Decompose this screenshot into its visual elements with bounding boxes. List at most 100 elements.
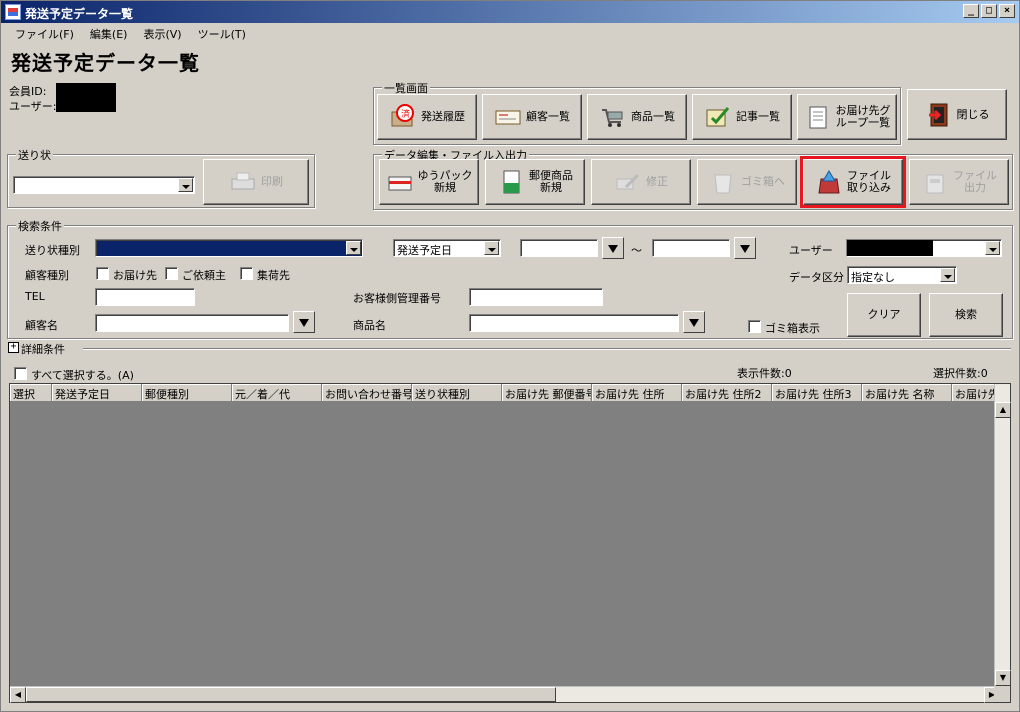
column-header[interactable]: お届け先 名称 [862,384,952,402]
cart-icon [599,104,627,130]
pickup-checkbox[interactable] [240,267,253,280]
redacted-user-value [847,240,933,256]
postal-label-2: 新規 [540,181,562,194]
scroll-left-icon[interactable]: ◀ [10,687,26,703]
page-title: 発送予定データ一覧 [11,51,200,75]
mgmt-number-input[interactable] [469,288,603,306]
date-type-select[interactable]: 発送予定日 [393,239,501,257]
file-export-label-2: 出力 [964,181,986,194]
customer-name-input[interactable] [95,314,289,332]
app-icon [5,4,21,20]
date-from-picker-button[interactable] [602,237,624,259]
menu-view[interactable]: 表示(V) [135,23,189,43]
close-button[interactable]: 閉じる [907,89,1007,140]
column-header[interactable]: 送り状種別 [412,384,502,402]
destination-group-label-2: ループ一覧 [835,116,891,129]
product-list-button[interactable]: 商品一覧 [587,94,687,140]
postal-product-new-button[interactable]: 郵便商品 新規 [485,159,585,205]
data-class-select[interactable]: 指定なし [847,266,957,284]
search-button[interactable]: 検索 [929,293,1003,337]
customer-type-label: 顧客種別 [25,269,69,282]
column-header[interactable]: 発送予定日 [52,384,142,402]
edit-pen-icon [614,169,642,195]
column-header[interactable]: お届け先 [952,384,1000,402]
mgmt-number-label: お客様側管理番号 [353,292,441,305]
product-name-picker-button[interactable] [683,311,705,333]
invoice-select[interactable] [13,176,195,194]
chevron-down-icon[interactable] [178,178,193,192]
print-button[interactable]: 印刷 [203,159,309,205]
destination-group-list-button[interactable]: お届け先グ ループ一覧 [797,94,897,140]
column-header[interactable]: お届け先 住所2 [682,384,772,402]
trash-show-label: ゴミ箱表示 [765,322,820,335]
scrollbar-corner [994,686,1010,702]
customer-list-button[interactable]: 顧客一覧 [482,94,582,140]
menu-tools[interactable]: ツール(T) [190,23,254,43]
date-to-picker-button[interactable] [734,237,756,259]
title-bar[interactable]: 発送予定データ一覧 _ □ × [1,1,1019,23]
move-to-trash-button[interactable]: ゴミ箱へ [697,159,797,205]
requester-checkbox-label: ご依頼主 [182,269,226,282]
expand-plus-icon[interactable]: + [8,342,19,353]
article-list-button[interactable]: 記事一覧 [692,94,792,140]
invoice-type-label: 送り状種別 [25,244,80,257]
horizontal-scroll-thumb[interactable] [26,687,556,702]
window-title: 発送予定データ一覧 [25,7,134,21]
chevron-down-icon[interactable] [985,241,1000,255]
column-header[interactable]: お届け先 住所3 [772,384,862,402]
customer-name-picker-button[interactable] [293,311,315,333]
details-separator [83,348,1011,350]
date-from-input[interactable] [520,239,598,257]
trash-icon [709,169,737,195]
clear-button[interactable]: クリア [847,293,921,337]
edit-button[interactable]: 修正 [591,159,691,205]
shipping-history-icon: 済 [389,104,417,130]
tel-input[interactable] [95,288,195,306]
column-header[interactable]: 郵便種別 [142,384,232,402]
file-import-icon [815,169,843,195]
redacted-member-info [56,83,116,112]
minimize-button[interactable]: _ [963,4,979,18]
close-window-button[interactable]: × [999,4,1015,18]
destination-checkbox[interactable] [96,267,109,280]
vertical-scrollbar[interactable]: ▲ ▼ [994,384,1011,686]
document-list-icon [804,104,832,130]
display-count: 表示件数:0 [737,367,792,380]
user-label: ユーザー: [9,100,57,113]
chevron-down-icon[interactable] [940,268,955,282]
select-all-label: すべて選択する。(A) [31,369,134,382]
file-import-label-2: 取り込み [847,181,891,194]
yupack-new-button[interactable]: ゆうパック 新規 [379,159,479,205]
column-header[interactable]: 選択 [10,384,52,402]
menu-file[interactable]: ファイル(F) [1,23,82,43]
trash-show-checkbox[interactable] [748,320,761,333]
details-label[interactable]: 詳細条件 [21,341,65,357]
menu-edit[interactable]: 編集(E) [82,23,136,43]
column-header[interactable]: お届け先 住所 [592,384,682,402]
file-export-icon [921,169,949,195]
user-select[interactable] [846,239,1002,257]
date-to-input[interactable] [652,239,730,257]
invoice-type-select[interactable] [95,239,363,257]
search-group-title: 検索条件 [16,218,64,234]
notebook-icon [704,104,732,130]
maximize-button[interactable]: □ [981,4,997,18]
select-all-checkbox[interactable] [14,367,27,380]
scroll-down-icon[interactable]: ▼ [995,670,1011,686]
customer-name-label: 顧客名 [25,319,58,332]
grid-header: 選択 発送予定日 郵便種別 元／着／代 お問い合わせ番号 送り状種別 お届け先 … [10,384,1000,402]
column-header[interactable]: お問い合わせ番号 [322,384,412,402]
chevron-down-icon[interactable] [346,241,361,255]
column-header[interactable]: 元／着／代 [232,384,322,402]
requester-checkbox[interactable] [165,267,178,280]
chevron-down-icon[interactable] [484,241,499,255]
customer-list-icon [494,104,522,130]
product-name-input[interactable] [469,314,679,332]
horizontal-scrollbar[interactable]: ◀ ▶ [10,686,1000,703]
scroll-up-icon[interactable]: ▲ [995,402,1011,418]
file-import-button[interactable]: ファイル 取り込み [800,156,906,208]
file-export-button[interactable]: ファイル 出力 [909,159,1009,205]
data-grid[interactable]: 選択 発送予定日 郵便種別 元／着／代 お問い合わせ番号 送り状種別 お届け先 … [9,383,1011,703]
shipping-history-button[interactable]: 済 発送履歴 [377,94,477,140]
column-header[interactable]: お届け先 郵便番号 [502,384,592,402]
